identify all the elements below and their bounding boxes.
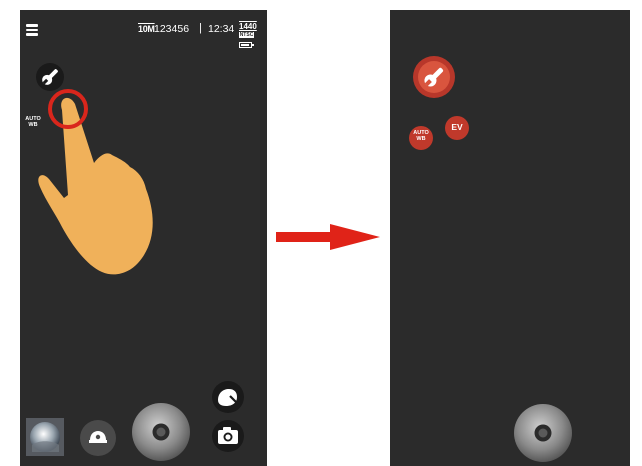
- status-separator: |: [199, 22, 202, 34]
- shutter-button[interactable]: [513, 403, 573, 463]
- gallery-thumbnail[interactable]: [26, 418, 64, 456]
- tap-gesture-illustration: [38, 89, 153, 275]
- shutter-button[interactable]: [131, 402, 191, 462]
- image-quality: 10M: [138, 24, 155, 34]
- screen-after: AUTO WB EV: [390, 10, 630, 466]
- clock: 12:34: [208, 23, 235, 35]
- shots-remaining: 123456: [154, 23, 190, 35]
- video-resolution: 1440: [239, 22, 257, 31]
- photo-mode-button[interactable]: [211, 419, 245, 453]
- video-format: NTSC: [239, 32, 254, 38]
- settings-button-active[interactable]: [412, 55, 456, 99]
- menu-icon[interactable]: [26, 24, 38, 36]
- mode-button[interactable]: [211, 380, 245, 414]
- wb-button-label: AUTO WB: [413, 130, 429, 142]
- transition-arrow: [276, 224, 380, 250]
- camera-switch-button[interactable]: [79, 419, 117, 457]
- status-bar: 10M 123456 | 12:34 1440 NTSC: [138, 21, 263, 51]
- battery-icon: [239, 42, 254, 48]
- ev-button-label: EV: [451, 122, 463, 132]
- screen-before: 10M 123456 | 12:34 1440 NTSC AUTO WB: [20, 10, 267, 466]
